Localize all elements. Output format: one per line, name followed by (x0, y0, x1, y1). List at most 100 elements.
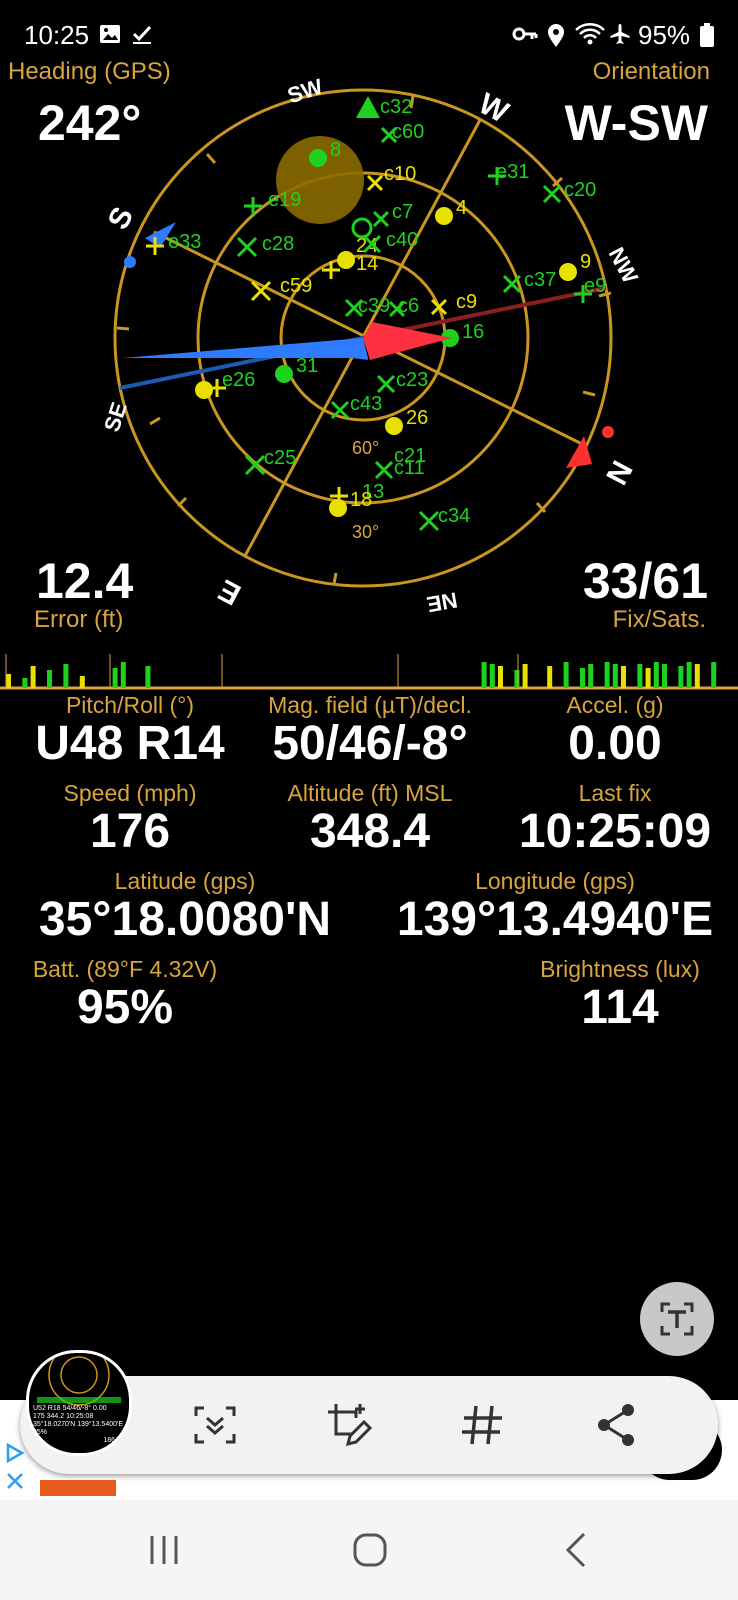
tag-button[interactable] (458, 1400, 508, 1455)
sat-label: c34 (438, 505, 470, 527)
signal-strength-bars (0, 654, 738, 690)
sat-label: 31 (296, 355, 318, 377)
signal-bar (120, 662, 126, 688)
signal-bar (686, 662, 692, 688)
sat-label: c39 (358, 295, 390, 317)
sat-label: c28 (262, 233, 294, 255)
crop-draw-button[interactable] (324, 1400, 374, 1455)
last-fix-cell: Last fix 10:25:09 (500, 780, 730, 857)
signal-bar (645, 668, 651, 688)
battery-percent: 95% (638, 20, 691, 50)
sat-dot (435, 207, 453, 225)
sat-label: c37 (524, 269, 556, 291)
alt-label: Altitude (ft) MSL (287, 780, 453, 806)
latitude-cell: Latitude (gps) 35°18.0080'N (10, 868, 360, 945)
signal-bar (612, 664, 618, 688)
pitch-value: U48 R14 (35, 717, 225, 770)
sat-label: 14 (356, 253, 378, 275)
dir-n: N (599, 455, 638, 490)
sat-label: c59 (280, 275, 312, 297)
altitude-cell: Altitude (ft) MSL 348.4 (250, 780, 490, 857)
accel-cell: Accel. (g) 0.00 (510, 692, 720, 769)
signal-bar (79, 676, 85, 688)
mag-value: 50/46/-8° (272, 717, 468, 770)
sat-dot (559, 263, 577, 281)
ring-label-60: 60° (352, 438, 379, 458)
share-icon (598, 1404, 634, 1446)
gallery-icon (98, 22, 122, 51)
signal-bar (63, 664, 69, 688)
sat-triangle (356, 96, 380, 118)
sat-label: c20 (564, 179, 596, 201)
status-time: 10:25 (24, 20, 90, 50)
navigation-bar (0, 1500, 738, 1600)
recents-icon (150, 1536, 178, 1564)
dir-se: SE (99, 399, 132, 435)
lat-label: Latitude (gps) (114, 868, 256, 894)
screenshot-thumbnail[interactable]: U52 R18 54/46/-8° 0.00 175 344.2 10:25:0… (26, 1350, 132, 1456)
battery-cell: Batt. (89°F 4.32V) 95% (10, 956, 240, 1033)
error-value: 12.4 (36, 553, 134, 609)
signal-bar (522, 664, 528, 688)
back-icon (565, 1532, 586, 1568)
sat-dot (385, 417, 403, 435)
signal-bar (580, 668, 585, 688)
sat-label: e19 (268, 189, 301, 211)
speed-value: 176 (89, 805, 171, 858)
crop-draw-icon (328, 1404, 373, 1447)
fix-value: 33/61 (582, 553, 708, 609)
wifi-icon (574, 22, 606, 51)
signal-bar (563, 662, 569, 688)
share-button[interactable] (592, 1400, 642, 1455)
signal-bar (662, 664, 667, 688)
dir-e: E (213, 573, 246, 612)
location-icon (546, 22, 566, 53)
sat-label: c11 (394, 457, 425, 479)
pitch-label: Pitch/Roll (°) (65, 692, 195, 718)
sat-label: 18 (350, 489, 372, 511)
home-icon (353, 1533, 387, 1567)
scroll-capture-button[interactable] (192, 1402, 238, 1453)
sat-label: 9 (580, 251, 591, 273)
dir-ne: NE (425, 587, 459, 617)
sat-label: c60 (392, 121, 424, 143)
lat-value: 35°18.0080'N (38, 893, 332, 946)
signal-bar (547, 666, 553, 688)
sat-dot (275, 365, 293, 383)
recents-button[interactable] (146, 1534, 182, 1571)
text-extract-button[interactable] (640, 1282, 714, 1356)
ad-graphic (40, 1480, 116, 1496)
sat-label: e33 (168, 231, 201, 253)
speed-cell: Speed (mph) 176 (20, 780, 240, 857)
signal-bar (498, 666, 503, 688)
thumb-line4: 95% (33, 1429, 48, 1436)
batt-value: 95% (76, 981, 174, 1034)
lon-value: 139°13.4940'E (396, 893, 714, 946)
ad-choices-icon[interactable] (4, 1442, 26, 1469)
sat-label: c43 (350, 393, 382, 415)
sat-label: c7 (392, 201, 413, 223)
bright-label: Brightness (lux) (540, 956, 700, 982)
sat-label: 8 (330, 139, 341, 161)
thumb-line1: U52 R18 54/46/-8° 0.00 (33, 1405, 107, 1412)
alt-value: 348.4 (309, 805, 431, 858)
dir-sw: SW (284, 74, 326, 109)
brightness-cell: Brightness (lux) 114 (510, 956, 730, 1033)
status-bar: 10:25 95% (0, 0, 738, 66)
airplane-icon (608, 22, 632, 51)
pitch-roll-cell: Pitch/Roll (°) U48 R14 (20, 692, 240, 769)
signal-bar (22, 678, 28, 688)
signal-bar (481, 662, 487, 688)
speed-label: Speed (mph) (63, 780, 197, 806)
fix-label: Fix/Sats. (612, 606, 706, 633)
ad-close-icon[interactable] (4, 1470, 26, 1497)
dir-s: S (102, 202, 141, 235)
sat-label: e26 (222, 369, 255, 391)
signal-bar (588, 664, 594, 688)
signal-bar (145, 666, 151, 688)
signal-bar (6, 674, 11, 688)
signal-bar (514, 670, 520, 688)
home-button[interactable] (352, 1532, 388, 1573)
back-button[interactable] (564, 1532, 588, 1573)
mag-field-cell: Mag. field (µT)/decl. 50/46/-8° (240, 692, 500, 769)
